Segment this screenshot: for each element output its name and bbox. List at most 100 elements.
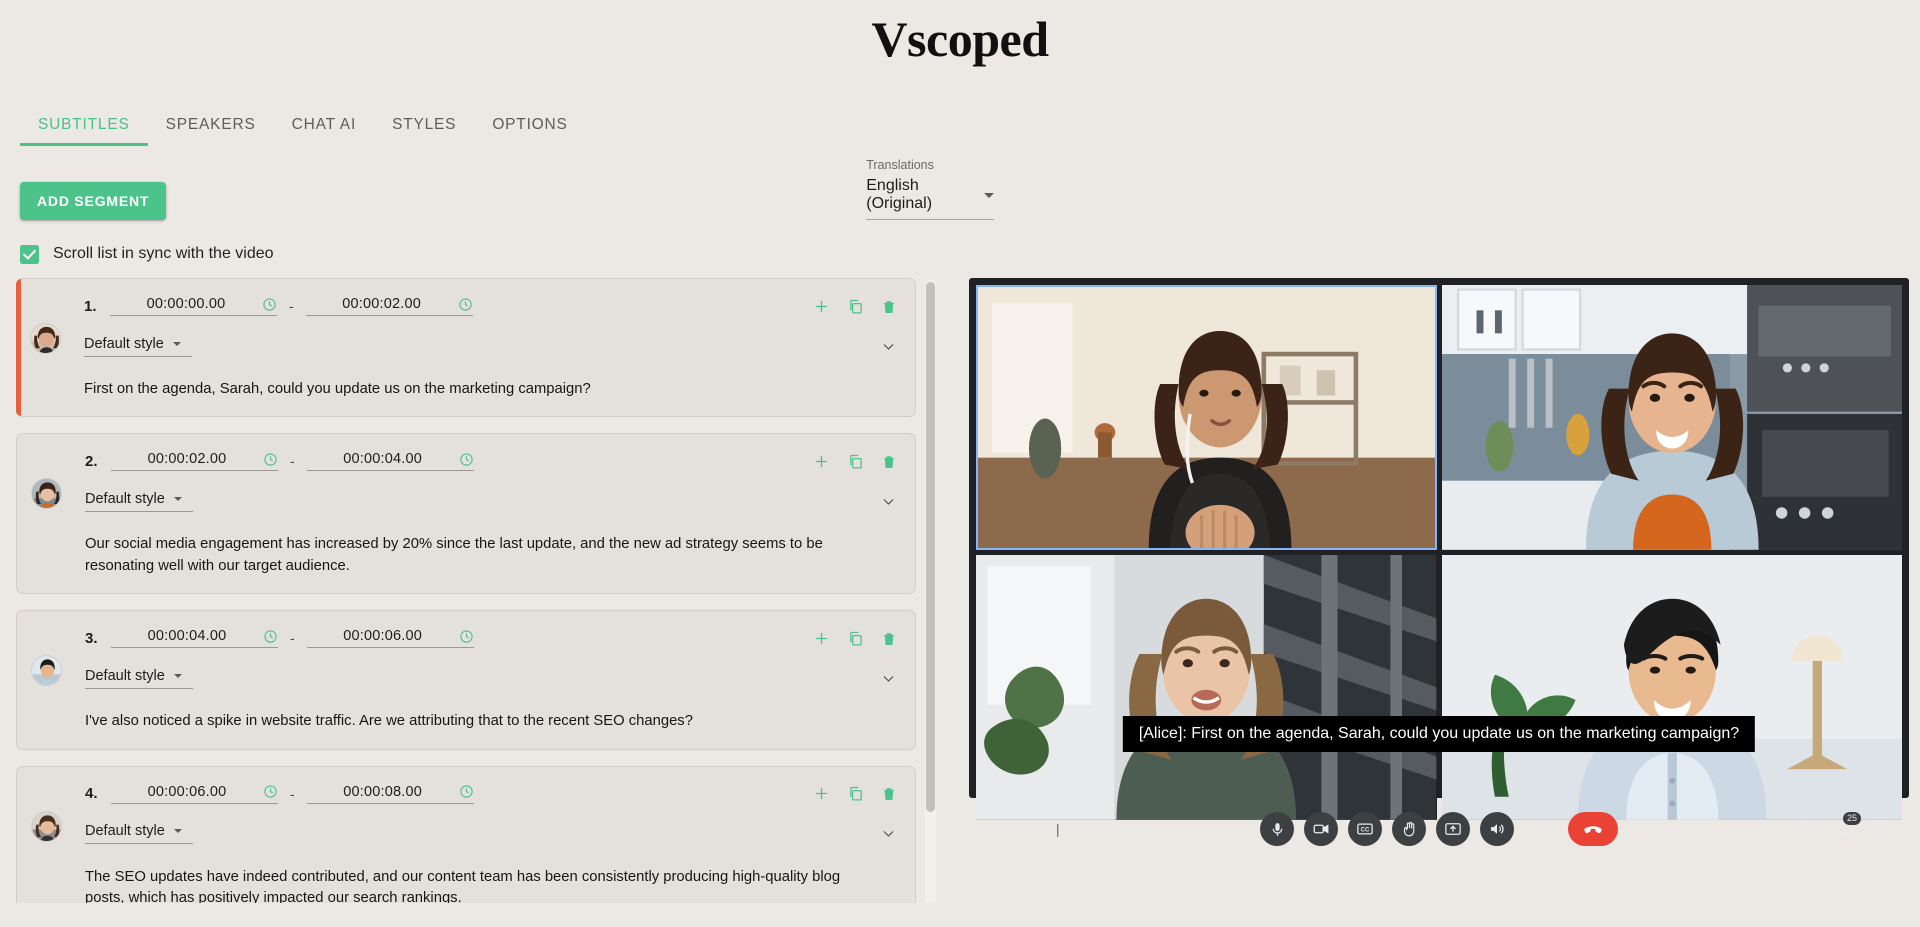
participant-tile[interactable] [976,555,1437,820]
tab-chat-ai[interactable]: CHAT AI [274,116,374,146]
segment-end-time-input[interactable]: 00:00:06.00 [307,628,474,648]
segment-end-time-value: 00:00:08.00 [307,784,459,800]
delete-segment-icon[interactable] [881,298,897,315]
video-player[interactable]: [Alice]: First on the agenda, Sarah, cou… [969,278,1909,798]
segment-style-row: Default style [35,817,897,851]
segment-end-time-value: 00:00:04.00 [307,451,459,467]
chat-icon[interactable] [1872,820,1890,838]
segment-list-scrollbar[interactable] [925,280,936,903]
segment-style-select[interactable]: Default style [85,668,193,689]
delete-segment-icon[interactable] [881,785,897,802]
more-options-icon[interactable] [1524,812,1558,846]
participant-tile[interactable] [976,285,1437,550]
chevron-down-icon [174,497,182,501]
add-segment-icon[interactable] [813,630,830,647]
video-caption-overlay: [Alice]: First on the agenda, Sarah, cou… [1123,716,1755,752]
add-segment-button[interactable]: ADD SEGMENT [20,182,166,220]
time-range-separator: - [290,786,295,802]
clock-icon[interactable] [263,452,278,467]
duplicate-segment-icon[interactable] [847,298,864,315]
microphone-icon[interactable] [1260,812,1294,846]
translations-select[interactable]: English (Original) [866,177,994,220]
segment-start-time-input[interactable]: 00:00:04.00 [111,628,278,648]
camera-icon[interactable] [1304,812,1338,846]
add-segment-icon[interactable] [813,453,830,470]
add-segment-icon[interactable] [813,298,830,315]
subtitle-segment-row[interactable]: 4. 00:00:06.00 - 00:00:08.00 [16,766,916,903]
segment-style-select[interactable]: Default style [84,336,192,357]
segment-header: 4. 00:00:06.00 - 00:00:08.00 [35,779,897,809]
main-tab-bar: SUBTITLES SPEAKERS CHAT AI STYLES OPTION… [0,94,1920,146]
subtitle-segment-row[interactable]: 2. 00:00:02.00 - 00:00:04.00 [16,433,916,594]
clock-icon[interactable] [459,629,474,644]
participant-tile[interactable] [1442,285,1903,550]
tab-subtitles[interactable]: SUBTITLES [20,116,148,146]
segment-start-time-input[interactable]: 00:00:06.00 [111,784,278,804]
segment-end-time-value: 00:00:06.00 [307,628,459,644]
expand-segment-icon[interactable] [880,670,897,687]
info-icon[interactable] [1795,820,1813,838]
participants-count-badge: 25 [1843,812,1861,825]
segment-index: 3. [85,630,111,647]
segment-text[interactable]: I've also noticed a spike in website tra… [85,711,875,732]
participants-icon[interactable]: 25 [1833,820,1852,839]
clock-icon[interactable] [459,452,474,467]
expand-segment-icon[interactable] [880,825,897,842]
present-screen-icon[interactable] [1436,812,1470,846]
clock-icon[interactable] [458,297,473,312]
sync-scroll-checkbox[interactable] [20,245,39,264]
video-control-bar: 10:00 AM | Team meeting CC [976,820,1902,839]
segment-style-value: Default style [85,823,165,839]
segment-header: 3. 00:00:04.00 - 00:00:06.00 [35,623,897,653]
speaker-avatar [31,478,62,509]
clock-icon[interactable] [459,784,474,799]
time-range-separator: - [290,453,295,469]
tab-styles[interactable]: STYLES [374,116,474,146]
segment-text[interactable]: First on the agenda, Sarah, could you up… [84,379,874,400]
tab-speakers[interactable]: SPEAKERS [148,116,274,146]
closed-captions-icon[interactable]: CC [1348,812,1382,846]
segment-list-scrollbar-thumb[interactable] [926,282,935,812]
speaker-avatar [30,323,61,354]
segment-index: 1. [84,298,110,315]
segment-style-select[interactable]: Default style [85,491,193,512]
expand-segment-icon[interactable] [880,493,897,510]
hang-up-icon[interactable] [1568,812,1618,846]
time-range-separator: - [289,298,294,314]
page-title: Vscoped [0,0,1920,72]
delete-segment-icon[interactable] [881,630,897,647]
controls-row: ADD SEGMENT Translations English (Origin… [0,146,1920,220]
segment-index: 2. [85,453,111,470]
volume-icon[interactable] [1480,812,1514,846]
segment-start-time-input[interactable]: 00:00:02.00 [111,451,278,471]
sync-scroll-row: Scroll list in sync with the video [0,220,1920,266]
video-preview-panel: [Alice]: First on the agenda, Sarah, cou… [969,278,1909,903]
segment-end-time-input[interactable]: 00:00:04.00 [307,451,474,471]
segment-text[interactable]: The SEO updates have indeed contributed,… [85,867,875,903]
participant-tile[interactable] [1442,555,1903,820]
clock-icon[interactable] [263,784,278,799]
clock-icon[interactable] [262,297,277,312]
expand-segment-icon[interactable] [880,338,897,355]
segment-style-select[interactable]: Default style [85,823,193,844]
subtitle-segment-row[interactable]: 1. 00:00:00.00 - 00:00:02.00 [16,278,916,417]
translations-selected-value: English (Original) [866,177,974,213]
chevron-down-icon [984,193,994,198]
duplicate-segment-icon[interactable] [847,785,864,802]
subtitle-segment-row[interactable]: 3. 00:00:04.00 - 00:00:06.00 [16,610,916,749]
segment-style-value: Default style [85,668,165,684]
duplicate-segment-icon[interactable] [847,630,864,647]
segment-text[interactable]: Our social media engagement has increase… [85,534,875,577]
tab-options[interactable]: OPTIONS [474,116,585,146]
segment-start-time-input[interactable]: 00:00:00.00 [110,296,277,316]
segment-end-time-input[interactable]: 00:00:08.00 [307,784,474,804]
segment-end-time-input[interactable]: 00:00:02.00 [306,296,473,316]
meeting-side-controls: 25 [1795,820,1890,839]
duplicate-segment-icon[interactable] [847,453,864,470]
clock-icon[interactable] [263,629,278,644]
raise-hand-icon[interactable] [1392,812,1426,846]
segment-start-time-value: 00:00:02.00 [111,451,263,467]
add-segment-icon[interactable] [813,785,830,802]
chevron-down-icon [173,342,181,346]
delete-segment-icon[interactable] [881,453,897,470]
